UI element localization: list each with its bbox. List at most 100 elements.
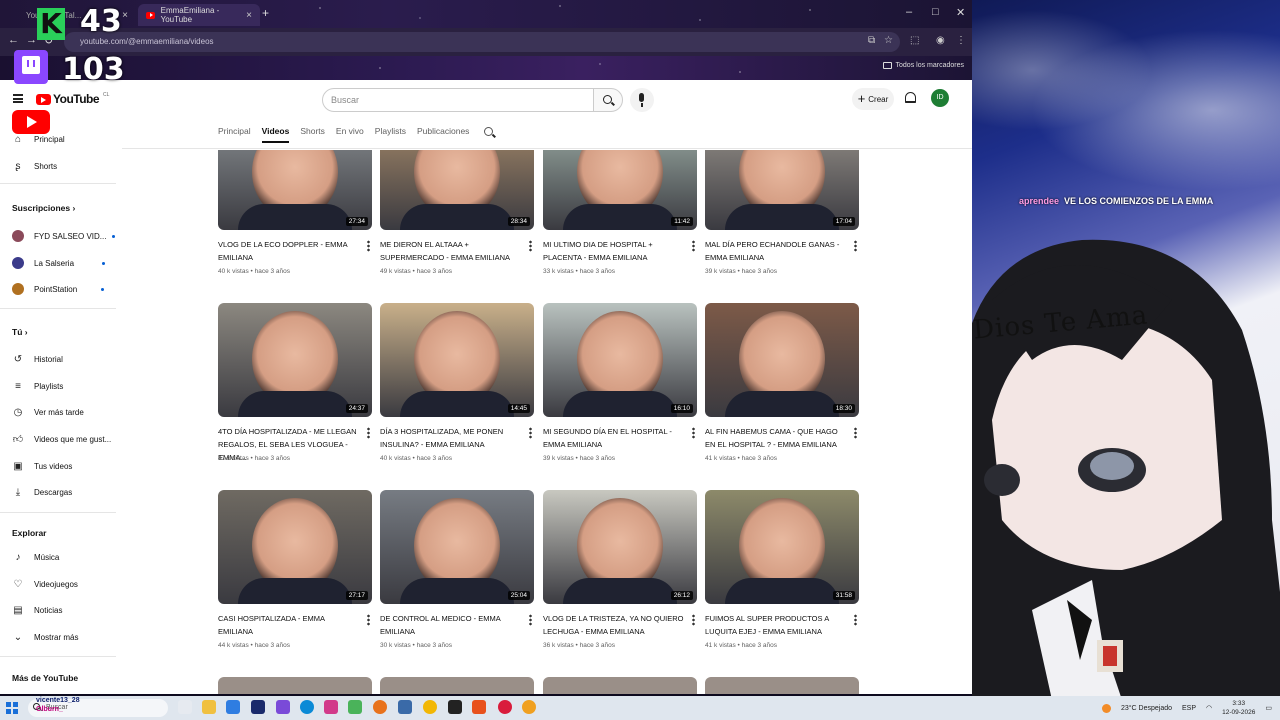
close-tab-icon[interactable]: × <box>122 10 128 21</box>
app-icon[interactable] <box>276 700 290 714</box>
app-icon[interactable] <box>398 700 412 714</box>
video-title[interactable]: DÍA 3 HOSPITALIZADA, ME PONEN INSULINA? … <box>380 425 522 451</box>
search-input[interactable]: Buscar <box>322 88 594 112</box>
url-field[interactable]: youtube.com/@emmaemiliana/videos <box>64 32 900 52</box>
video-title[interactable]: CASI HOSPITALIZADA - EMMA EMILIANA <box>218 612 360 638</box>
vscode-icon[interactable] <box>251 700 265 714</box>
chrome-icon[interactable] <box>423 700 437 714</box>
more-actions-icon[interactable] <box>692 240 695 252</box>
video-card[interactable]: 26:12 VLOG DE LA TRISTEZA, YA NO QUIERO L… <box>543 490 697 649</box>
video-card[interactable]: 11:42 MI ULTIMO DIA DE HOSPITAL + PLACENT… <box>543 150 697 275</box>
video-card[interactable]: 27:17 CASI HOSPITALIZADA - EMMA EMILIANA 4… <box>218 490 372 649</box>
profile-icon[interactable]: ◉ <box>936 35 945 46</box>
clock[interactable]: 3:33 12-09-2026 <box>1222 699 1255 717</box>
opera-icon[interactable] <box>498 700 512 714</box>
voice-search-icon[interactable] <box>630 88 654 112</box>
video-thumbnail[interactable]: 26:12 <box>543 490 697 604</box>
video-thumbnail[interactable]: 11:42 <box>543 150 697 230</box>
more-actions-icon[interactable] <box>367 614 370 626</box>
more-actions-icon[interactable] <box>854 240 857 252</box>
weather-text[interactable]: 23°C Despejado <box>1121 705 1172 712</box>
channel-search-icon[interactable] <box>484 126 494 136</box>
close-tab-icon[interactable]: × <box>246 10 252 21</box>
more-actions-icon[interactable] <box>529 614 532 626</box>
network-icon[interactable]: ◠ <box>1206 704 1212 712</box>
notifications-bell-icon[interactable] <box>905 92 916 103</box>
youtube-logo[interactable]: YouTube CL <box>36 92 109 106</box>
video-title[interactable]: ME DIERON EL ALTAAA + SUPERMERCADO - EMM… <box>380 238 522 264</box>
all-bookmarks-folder[interactable]: Todos los marcadores <box>882 62 964 69</box>
video-card[interactable]: 28:34 ME DIERON EL ALTAAA + SUPERMERCADO … <box>380 150 534 275</box>
edge-icon[interactable] <box>300 700 314 714</box>
tab-playlists[interactable]: Playlists <box>375 126 406 136</box>
forward-icon[interactable]: → <box>26 34 37 46</box>
browser-tab-active[interactable]: EmmaEmiliana - YouTube × <box>138 4 260 26</box>
app-icon[interactable] <box>226 700 240 714</box>
extensions-icon[interactable]: ⬚ <box>910 35 919 46</box>
more-actions-icon[interactable] <box>367 240 370 252</box>
video-card[interactable]: 31:58 FUIMOS AL SUPER PRODUCTOS A LUQUITA… <box>705 490 859 649</box>
video-card[interactable]: 18:30 AL FIN HABEMUS CAMA - QUE HAGO EN E… <box>705 303 859 462</box>
video-card[interactable]: 24:37 4TO DÍA HOSPITALIZADA - ME LLEGAN R… <box>218 303 372 462</box>
tab-en-vivo[interactable]: En vivo <box>336 126 364 136</box>
app-icon[interactable] <box>472 700 486 714</box>
video-card[interactable]: 16:10 MI SEGUNDO DÍA EN EL HOSPITAL - EMM… <box>543 303 697 462</box>
video-title[interactable]: AL FIN HABEMUS CAMA - QUE HAGO EN EL HOS… <box>705 425 847 451</box>
search-button[interactable] <box>593 88 623 112</box>
menu-icon[interactable] <box>13 94 23 103</box>
video-thumbnail-partial[interactable] <box>218 677 372 694</box>
more-actions-icon[interactable] <box>692 427 695 439</box>
video-thumbnail[interactable]: 27:34 <box>218 150 372 230</box>
tab-videos[interactable]: Videos <box>261 126 290 143</box>
maximize-button[interactable]: □ <box>932 6 939 18</box>
back-icon[interactable]: ← <box>8 34 19 46</box>
video-title[interactable]: MI ULTIMO DIA DE HOSPITAL + PLACENTA - E… <box>543 238 685 264</box>
video-card[interactable]: 25:04 DE CONTROL AL MEDICO - EMMA EMILIAN… <box>380 490 534 649</box>
tab-publicaciones[interactable]: Publicaciones <box>417 126 469 136</box>
video-thumbnail[interactable]: 18:30 <box>705 303 859 417</box>
language-indicator[interactable]: ESP <box>1182 705 1196 712</box>
more-actions-icon[interactable] <box>692 614 695 626</box>
video-thumbnail-partial[interactable] <box>380 677 534 694</box>
video-card[interactable]: 27:34 VLOG DE LA ECO DOPPLER - EMMA EMILI… <box>218 150 372 275</box>
bookmark-star-icon[interactable]: ☆ <box>884 35 893 46</box>
account-avatar[interactable]: ID <box>931 89 949 107</box>
tab-shorts[interactable]: Shorts <box>300 126 325 136</box>
more-actions-icon[interactable] <box>367 427 370 439</box>
video-title[interactable]: MI SEGUNDO DÍA EN EL HOSPITAL - EMMA EMI… <box>543 425 685 451</box>
minimize-button[interactable]: – <box>906 6 912 18</box>
new-tab-button[interactable]: + <box>262 6 269 20</box>
obs-icon[interactable] <box>448 700 462 714</box>
video-title[interactable]: DE CONTROL AL MEDICO - EMMA EMILIANA <box>380 612 522 638</box>
video-thumbnail[interactable]: 31:58 <box>705 490 859 604</box>
notifications-icon[interactable]: ▭ <box>1265 704 1272 712</box>
more-actions-icon[interactable] <box>854 427 857 439</box>
browser-menu-icon[interactable]: ⋮ <box>956 35 966 46</box>
video-title[interactable]: MAL DÍA PERO ECHANDOLE GANAS - EMMA EMIL… <box>705 238 847 264</box>
video-thumbnail[interactable]: 24:37 <box>218 303 372 417</box>
video-thumbnail[interactable]: 27:17 <box>218 490 372 604</box>
close-window-button[interactable]: ✕ <box>956 6 965 19</box>
app-icon[interactable] <box>324 700 338 714</box>
video-card[interactable]: 14:45 DÍA 3 HOSPITALIZADA, ME PONEN INSUL… <box>380 303 534 462</box>
more-actions-icon[interactable] <box>529 240 532 252</box>
firefox-icon[interactable] <box>373 700 387 714</box>
tab-principal[interactable]: Principal <box>218 126 251 136</box>
video-card[interactable]: 17:04 MAL DÍA PERO ECHANDOLE GANAS - EMMA… <box>705 150 859 275</box>
more-actions-icon[interactable] <box>854 614 857 626</box>
video-thumbnail[interactable]: 25:04 <box>380 490 534 604</box>
file-explorer-icon[interactable] <box>202 700 216 714</box>
more-actions-icon[interactable] <box>529 427 532 439</box>
video-thumbnail[interactable]: 28:34 <box>380 150 534 230</box>
install-icon[interactable]: ⧉ <box>868 35 875 46</box>
video-thumbnail-partial[interactable] <box>543 677 697 694</box>
video-thumbnail[interactable]: 16:10 <box>543 303 697 417</box>
video-title[interactable]: VLOG DE LA ECO DOPPLER - EMMA EMILIANA <box>218 238 360 264</box>
video-thumbnail-partial[interactable] <box>705 677 859 694</box>
video-thumbnail[interactable]: 17:04 <box>705 150 859 230</box>
video-thumbnail[interactable]: 14:45 <box>380 303 534 417</box>
video-title[interactable]: VLOG DE LA TRISTEZA, YA NO QUIERO LECHUG… <box>543 612 685 638</box>
app-icon[interactable] <box>522 700 536 714</box>
app-icon[interactable] <box>348 700 362 714</box>
task-view-icon[interactable] <box>178 700 192 714</box>
